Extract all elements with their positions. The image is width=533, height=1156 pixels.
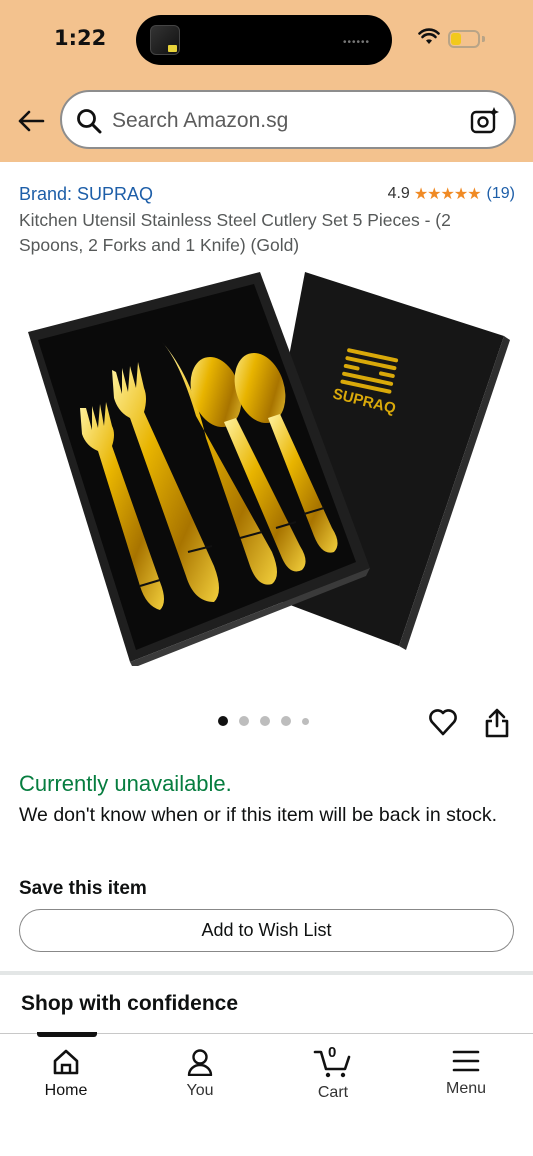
search-header: Search Amazon.sg: [0, 80, 533, 162]
island-indicator-icon: ••••••: [342, 37, 370, 48]
nav-menu-label: Menu: [445, 1080, 487, 1097]
image-carousel-dots[interactable]: [218, 716, 309, 726]
nav-home[interactable]: Home: [16, 1048, 116, 1100]
star-rating-icon: ★★★★★: [413, 186, 482, 203]
review-count[interactable]: (19): [487, 185, 515, 203]
carousel-dot[interactable]: [218, 716, 228, 726]
heart-icon[interactable]: [428, 708, 458, 736]
menu-icon: [452, 1050, 480, 1072]
availability-status: Currently unavailable.: [19, 771, 232, 796]
carousel-dot[interactable]: [260, 716, 270, 726]
nav-cart-label: Cart: [317, 1084, 349, 1101]
dynamic-island: ••••••: [136, 15, 392, 65]
back-button[interactable]: [14, 106, 48, 136]
cart-count: 0: [328, 1044, 337, 1061]
media-thumbnail-icon: [150, 25, 180, 55]
battery-tip: [482, 36, 485, 42]
back-arrow-icon: [18, 110, 45, 132]
status-time: 1:22: [54, 26, 107, 50]
add-to-wish-list-button[interactable]: Add to Wish List: [19, 909, 514, 952]
battery-icon: [448, 30, 480, 48]
nav-menu[interactable]: Menu: [416, 1048, 516, 1098]
share-icon[interactable]: [484, 707, 510, 739]
active-tab-indicator: [37, 1032, 97, 1037]
wifi-icon: [418, 28, 440, 44]
carousel-dot[interactable]: [302, 717, 309, 725]
brand-rating-row: Brand: SUPRAQ 4.9 ★★★★★ (19): [19, 184, 515, 208]
nav-home-label: Home: [44, 1082, 88, 1099]
user-icon: [187, 1049, 213, 1076]
availability-message: We don't know when or if this item will …: [19, 804, 498, 826]
search-input[interactable]: Search Amazon.sg: [60, 90, 516, 149]
shop-confidence-heading: Shop with confidence: [21, 992, 239, 1015]
nav-cart[interactable]: 0 Cart: [283, 1044, 383, 1102]
bottom-navigation: Home You 0 Cart Menu: [0, 1032, 533, 1156]
rating-value: 4.9: [387, 185, 410, 202]
product-title: Kitchen Utensil Stainless Steel Cutlery …: [19, 210, 451, 255]
rating-summary[interactable]: 4.9 ★★★★★ (19): [388, 184, 515, 204]
search-placeholder: Search Amazon.sg: [112, 109, 289, 132]
section-divider: [0, 971, 533, 975]
home-icon: [53, 1049, 79, 1075]
save-item-heading: Save this item: [19, 878, 147, 899]
search-icon: [77, 109, 102, 134]
carousel-dot[interactable]: [239, 716, 249, 726]
nav-you[interactable]: You: [150, 1048, 250, 1100]
carousel-dot[interactable]: [281, 716, 291, 726]
status-bar: 1:22 ••••••: [0, 0, 533, 80]
brand-link[interactable]: Brand: SUPRAQ: [19, 184, 153, 205]
nav-you-label: You: [186, 1082, 214, 1099]
product-image[interactable]: SUPRAQ: [20, 266, 513, 666]
camera-search-icon[interactable]: [470, 106, 500, 136]
